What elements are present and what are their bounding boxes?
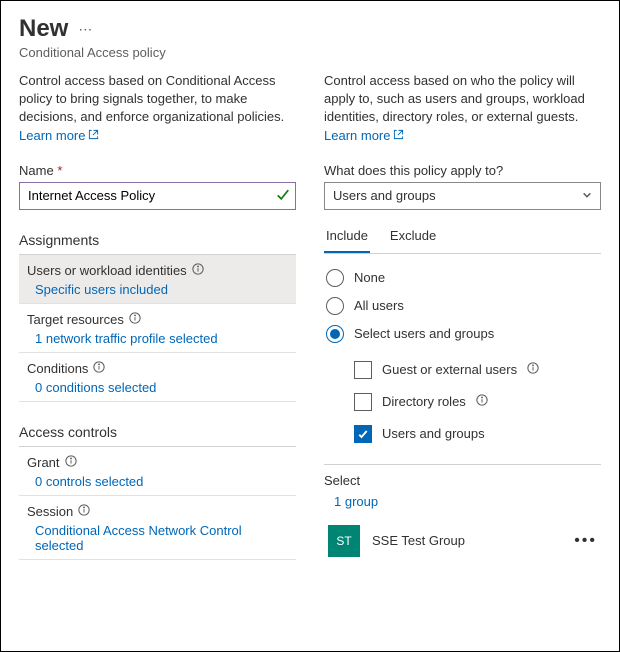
name-label: Name *	[19, 163, 296, 178]
radio-none[interactable]: None	[324, 264, 601, 292]
grant-row[interactable]: Grant 0 controls selected	[19, 447, 296, 496]
session-row[interactable]: Session Conditional Access Network Contr…	[19, 496, 296, 560]
target-resources-row[interactable]: Target resources 1 network traffic profi…	[19, 304, 296, 353]
applies-to-label: What does this policy apply to?	[324, 163, 601, 178]
external-link-icon	[88, 127, 99, 145]
policy-name-input[interactable]	[19, 182, 296, 210]
info-icon[interactable]	[78, 504, 90, 519]
checkbox-guest-external[interactable]: Guest or external users	[352, 354, 601, 386]
radio-select-users-groups[interactable]: Select users and groups	[324, 320, 601, 348]
page-subtitle: Conditional Access policy	[19, 45, 601, 60]
grant-sub[interactable]: 0 controls selected	[27, 474, 288, 489]
conditions-row[interactable]: Conditions 0 conditions selected	[19, 353, 296, 402]
divider	[324, 464, 601, 465]
select-label: Select	[324, 473, 601, 488]
tab-include[interactable]: Include	[324, 220, 370, 253]
access-controls-heading: Access controls	[19, 424, 296, 447]
page-header: New ⋯ Conditional Access policy	[19, 15, 601, 60]
chevron-down-icon	[582, 188, 592, 203]
learn-more-link[interactable]: Learn more	[324, 127, 404, 145]
more-menu-icon[interactable]: ⋯	[78, 21, 92, 38]
checkbox-icon	[354, 361, 372, 379]
radio-all-users[interactable]: All users	[324, 292, 601, 320]
radio-icon	[326, 325, 344, 343]
checkbox-icon	[354, 393, 372, 411]
checkbox-users-groups[interactable]: Users and groups	[352, 418, 601, 450]
info-icon[interactable]	[65, 455, 77, 470]
users-identities-row[interactable]: Users or workload identities Specific us…	[19, 255, 296, 304]
right-description: Control access based on who the policy w…	[324, 72, 601, 145]
group-avatar: ST	[328, 525, 360, 557]
left-panel: Control access based on Conditional Acce…	[19, 72, 296, 563]
include-radio-group: None All users Select users and groups G…	[324, 264, 601, 450]
learn-more-link[interactable]: Learn more	[19, 127, 99, 145]
required-asterisk: *	[57, 163, 62, 178]
valid-check-icon	[276, 187, 290, 204]
selected-group-row[interactable]: ST SSE Test Group •••	[324, 519, 601, 563]
page-title: New	[19, 15, 68, 43]
session-sub[interactable]: Conditional Access Network Control selec…	[27, 523, 288, 553]
info-icon[interactable]	[476, 394, 488, 409]
info-icon[interactable]	[93, 361, 105, 376]
external-link-icon	[393, 127, 404, 145]
tab-exclude[interactable]: Exclude	[388, 220, 438, 253]
more-dots-icon[interactable]: •••	[574, 532, 597, 550]
radio-icon	[326, 297, 344, 315]
assignments-heading: Assignments	[19, 232, 296, 255]
info-icon[interactable]	[527, 362, 539, 377]
checkbox-icon	[354, 425, 372, 443]
include-exclude-tabs: Include Exclude	[324, 220, 601, 254]
info-icon[interactable]	[192, 263, 204, 278]
info-icon[interactable]	[129, 312, 141, 327]
applies-to-select[interactable]: Users and groups	[324, 182, 601, 210]
group-name: SSE Test Group	[372, 533, 562, 548]
select-groups-link[interactable]: 1 group	[334, 494, 601, 509]
conditions-sub[interactable]: 0 conditions selected	[27, 380, 288, 395]
radio-icon	[326, 269, 344, 287]
users-identities-sub[interactable]: Specific users included	[27, 282, 288, 297]
target-resources-sub[interactable]: 1 network traffic profile selected	[27, 331, 288, 346]
checkbox-directory-roles[interactable]: Directory roles	[352, 386, 601, 418]
right-panel: Control access based on who the policy w…	[324, 72, 601, 563]
left-description: Control access based on Conditional Acce…	[19, 72, 296, 145]
